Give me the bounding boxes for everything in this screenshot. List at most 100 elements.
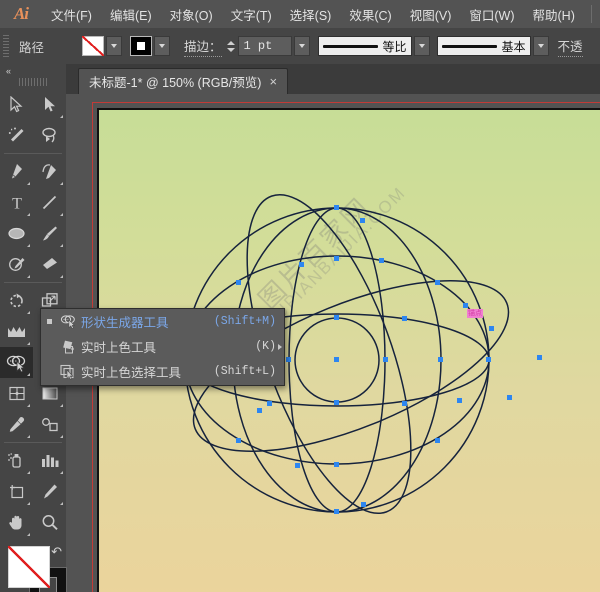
tool-magic-wand[interactable]: [0, 120, 33, 151]
control-bar-grip[interactable]: [3, 35, 9, 57]
tool-blend[interactable]: [33, 409, 66, 440]
rotate-icon: [9, 293, 23, 308]
flyout-shortcut-live-paint-bucket: (K): [255, 340, 276, 353]
anchor-tooltip-label: 锚点: [467, 309, 483, 318]
pencil-circle-icon: [8, 258, 24, 271]
flyout-item-live-paint-bucket[interactable]: 实时上色工具 (K): [41, 334, 284, 359]
stroke-weight-input[interactable]: 1 pt: [237, 36, 292, 56]
flyout-label-shape-builder: 形状生成器工具: [81, 316, 169, 330]
tool-shape-builder[interactable]: [0, 347, 33, 378]
symbol-sprayer-icon: [8, 453, 21, 468]
tools-divider: [4, 282, 62, 283]
fill-color-swatch[interactable]: [8, 546, 50, 588]
document-tab[interactable]: 未标题-1* @ 150% (RGB/预览) ×: [78, 68, 289, 94]
illustrator-window: Ai 文件(F) 编辑(E) 对象(O) 文字(T) 选择(S) 效果(C) 视…: [0, 0, 600, 592]
tool-symbol-sprayer[interactable]: [0, 445, 33, 476]
arrow-filled-icon: [44, 97, 55, 112]
menu-window[interactable]: 窗口(W): [460, 0, 523, 28]
menu-view[interactable]: 视图(V): [401, 0, 461, 28]
lasso-icon: [41, 127, 56, 143]
tools-panel-grip[interactable]: [19, 78, 47, 86]
close-icon[interactable]: ×: [269, 75, 277, 88]
fill-dropdown-button[interactable]: [106, 36, 123, 56]
stroke-weight-dropdown-button[interactable]: [293, 36, 310, 56]
tool-eyedropper[interactable]: [0, 409, 33, 440]
menu-effect[interactable]: 效果(C): [340, 0, 400, 28]
tool-slice[interactable]: [33, 476, 66, 507]
tool-direct-selection[interactable]: [33, 89, 66, 120]
menu-help[interactable]: 帮助(H): [524, 0, 584, 28]
tool-artboard[interactable]: [0, 476, 33, 507]
tool-mesh[interactable]: [0, 378, 33, 409]
fill-stroke-controls: ↶: [0, 542, 67, 592]
tool-shaper[interactable]: [0, 249, 33, 280]
tool-type[interactable]: T: [0, 187, 33, 218]
active-tool-bullet-icon: [43, 319, 55, 324]
brush-definition-field[interactable]: 基本: [436, 36, 531, 56]
selection-type-label: 路径: [19, 40, 45, 55]
width-profile-label: 等比: [382, 39, 407, 54]
slice-knife-icon: [43, 484, 57, 499]
chevron-down-icon: [159, 44, 166, 48]
submenu-arrow-icon: [278, 343, 282, 350]
chevron-down-icon: [111, 44, 118, 48]
type-t-icon: T: [12, 196, 22, 212]
menu-type[interactable]: 文字(T): [222, 0, 281, 28]
tool-width[interactable]: [0, 316, 33, 347]
width-crown-icon: [8, 327, 25, 337]
tool-paintbrush[interactable]: [33, 218, 66, 249]
menu-edit[interactable]: 编辑(E): [101, 0, 161, 28]
fill-swatch[interactable]: [82, 36, 105, 56]
stroke-swatch[interactable]: [130, 36, 153, 56]
width-profile-dropdown-button[interactable]: [413, 36, 430, 56]
menu-file[interactable]: 文件(F): [42, 0, 101, 28]
tool-lasso[interactable]: [33, 120, 66, 151]
tools-divider: [4, 153, 62, 154]
tool-rotate[interactable]: [0, 285, 33, 316]
menu-select[interactable]: 选择(S): [281, 0, 341, 28]
stroke-weight-label: 描边：: [184, 36, 222, 57]
flyout-item-shape-builder[interactable]: 形状生成器工具 (Shift+M): [41, 309, 284, 334]
tool-zoom[interactable]: [33, 507, 66, 538]
stroke-weight-stepper[interactable]: [226, 36, 236, 56]
pen-icon: [12, 164, 22, 179]
magnifier-icon: [42, 515, 58, 530]
arrow-outline-icon: [9, 96, 23, 113]
chevron-down-icon: [418, 44, 425, 48]
tool-ellipse[interactable]: [0, 218, 33, 249]
menu-object[interactable]: 对象(O): [161, 0, 222, 28]
artboard-icon: [9, 485, 23, 499]
document-tab-bar: 未标题-1* @ 150% (RGB/预览) ×: [66, 64, 600, 95]
blend-icon: [41, 418, 58, 432]
document-tab-title: 未标题-1* @ 150% (RGB/预览): [89, 76, 262, 90]
eraser-icon: [42, 258, 57, 269]
menu-bar: Ai 文件(F) 编辑(E) 对象(O) 文字(T) 选择(S) 效果(C) 视…: [0, 0, 600, 28]
eyedropper-icon: [9, 417, 24, 432]
curvature-icon: [41, 164, 56, 179]
shape-builder-icon: [6, 355, 26, 372]
brush-definition-label: 基本: [501, 39, 526, 54]
opacity-label: 不透: [557, 36, 583, 57]
flyout-shortcut-live-paint-selection: (Shift+L): [213, 365, 276, 378]
bar-chart-icon: [42, 455, 59, 467]
tool-line-segment[interactable]: [33, 187, 66, 218]
flyout-label-live-paint-selection: 实时上色选择工具: [81, 366, 182, 380]
tool-eraser[interactable]: [33, 249, 66, 280]
tool-selection[interactable]: [0, 89, 33, 120]
ellipse-icon: [8, 227, 25, 240]
hand-icon: [8, 515, 21, 530]
tool-pen[interactable]: [0, 156, 33, 187]
tool-flyout-menu[interactable]: 形状生成器工具 (Shift+M) 实时上色工具 (K) 实时上色选择工具 (S…: [40, 308, 285, 386]
tool-column-graph[interactable]: [33, 445, 66, 476]
brush-definition-dropdown-button[interactable]: [532, 36, 549, 56]
flyout-item-live-paint-selection[interactable]: 实时上色选择工具 (Shift+L): [41, 359, 284, 384]
width-profile-field[interactable]: 等比: [317, 36, 412, 56]
swap-fill-stroke-icon[interactable]: ↶: [51, 544, 62, 560]
live-paint-selection-icon: [55, 364, 81, 380]
tools-collapse-button[interactable]: «: [0, 64, 66, 78]
tool-hand[interactable]: [0, 507, 33, 538]
chevron-down-icon: [537, 44, 544, 48]
control-bar: 路径 描边： 1 pt 等比 基本 不透: [0, 28, 600, 65]
tool-curvature[interactable]: [33, 156, 66, 187]
stroke-dropdown-button[interactable]: [154, 36, 171, 56]
